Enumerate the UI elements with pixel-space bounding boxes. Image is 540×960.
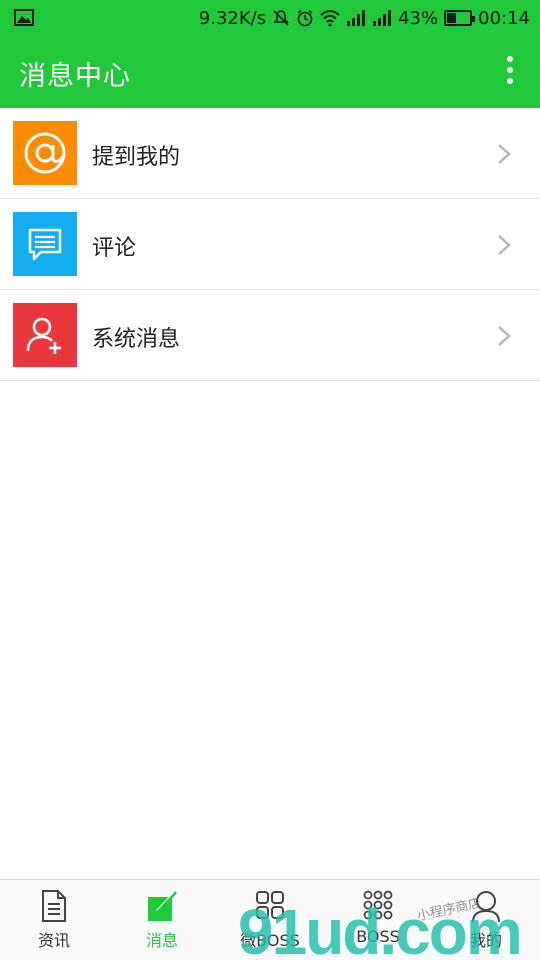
wifi-icon — [320, 10, 340, 27]
list-item-label: 评论 — [92, 236, 137, 261]
edit-icon — [148, 890, 178, 921]
comment-icon — [13, 212, 77, 276]
status-bar: 9.32K/s 43% 00:14 — [0, 0, 540, 36]
chevron-right-icon — [498, 326, 511, 346]
at-icon — [13, 121, 77, 185]
tab-micro-boss[interactable]: 微BOSS — [216, 880, 324, 960]
message-category-list: 提到我的 评论 系统消息 — [0, 108, 540, 381]
user-add-icon — [13, 303, 77, 367]
document-icon — [42, 890, 66, 922]
app-bar: 消息中心 — [0, 36, 540, 108]
page-title: 消息中心 — [19, 61, 131, 92]
mute-icon — [273, 10, 290, 26]
bottom-navigation: 资讯 消息 微BOSS BOSS 我的 — [0, 879, 540, 960]
dots-grid-icon — [363, 890, 393, 920]
tab-label: 消息 — [145, 931, 178, 950]
tab-label: 微BOSS — [240, 931, 300, 950]
signal-icon-2 — [373, 10, 392, 26]
tab-news[interactable]: 资讯 — [0, 880, 108, 960]
more-vertical-icon[interactable] — [506, 56, 514, 88]
tab-label: 资讯 — [37, 931, 70, 950]
tab-boss[interactable]: BOSS — [324, 880, 432, 960]
list-item-mentions[interactable]: 提到我的 — [0, 108, 540, 199]
clock: 00:14 — [478, 7, 530, 29]
list-item-comments[interactable]: 评论 — [0, 199, 540, 290]
tab-label: BOSS — [356, 927, 400, 946]
tab-messages[interactable]: 消息 — [108, 880, 216, 960]
signal-icon-1 — [347, 10, 366, 26]
chevron-right-icon — [498, 235, 511, 255]
person-icon — [472, 891, 500, 923]
battery-icon — [444, 10, 476, 26]
list-item-system-messages[interactable]: 系统消息 — [0, 290, 540, 381]
tab-me[interactable]: 我的 — [432, 880, 540, 960]
grid-icon — [256, 891, 284, 919]
image-notification-icon — [14, 9, 34, 26]
alarm-icon — [297, 9, 313, 27]
list-item-label: 提到我的 — [92, 145, 181, 170]
list-item-label: 系统消息 — [92, 327, 181, 352]
battery-percent: 43% — [398, 7, 439, 29]
chevron-right-icon — [498, 144, 511, 164]
tab-label: 我的 — [469, 931, 502, 950]
network-speed: 9.32K/s — [198, 7, 267, 29]
